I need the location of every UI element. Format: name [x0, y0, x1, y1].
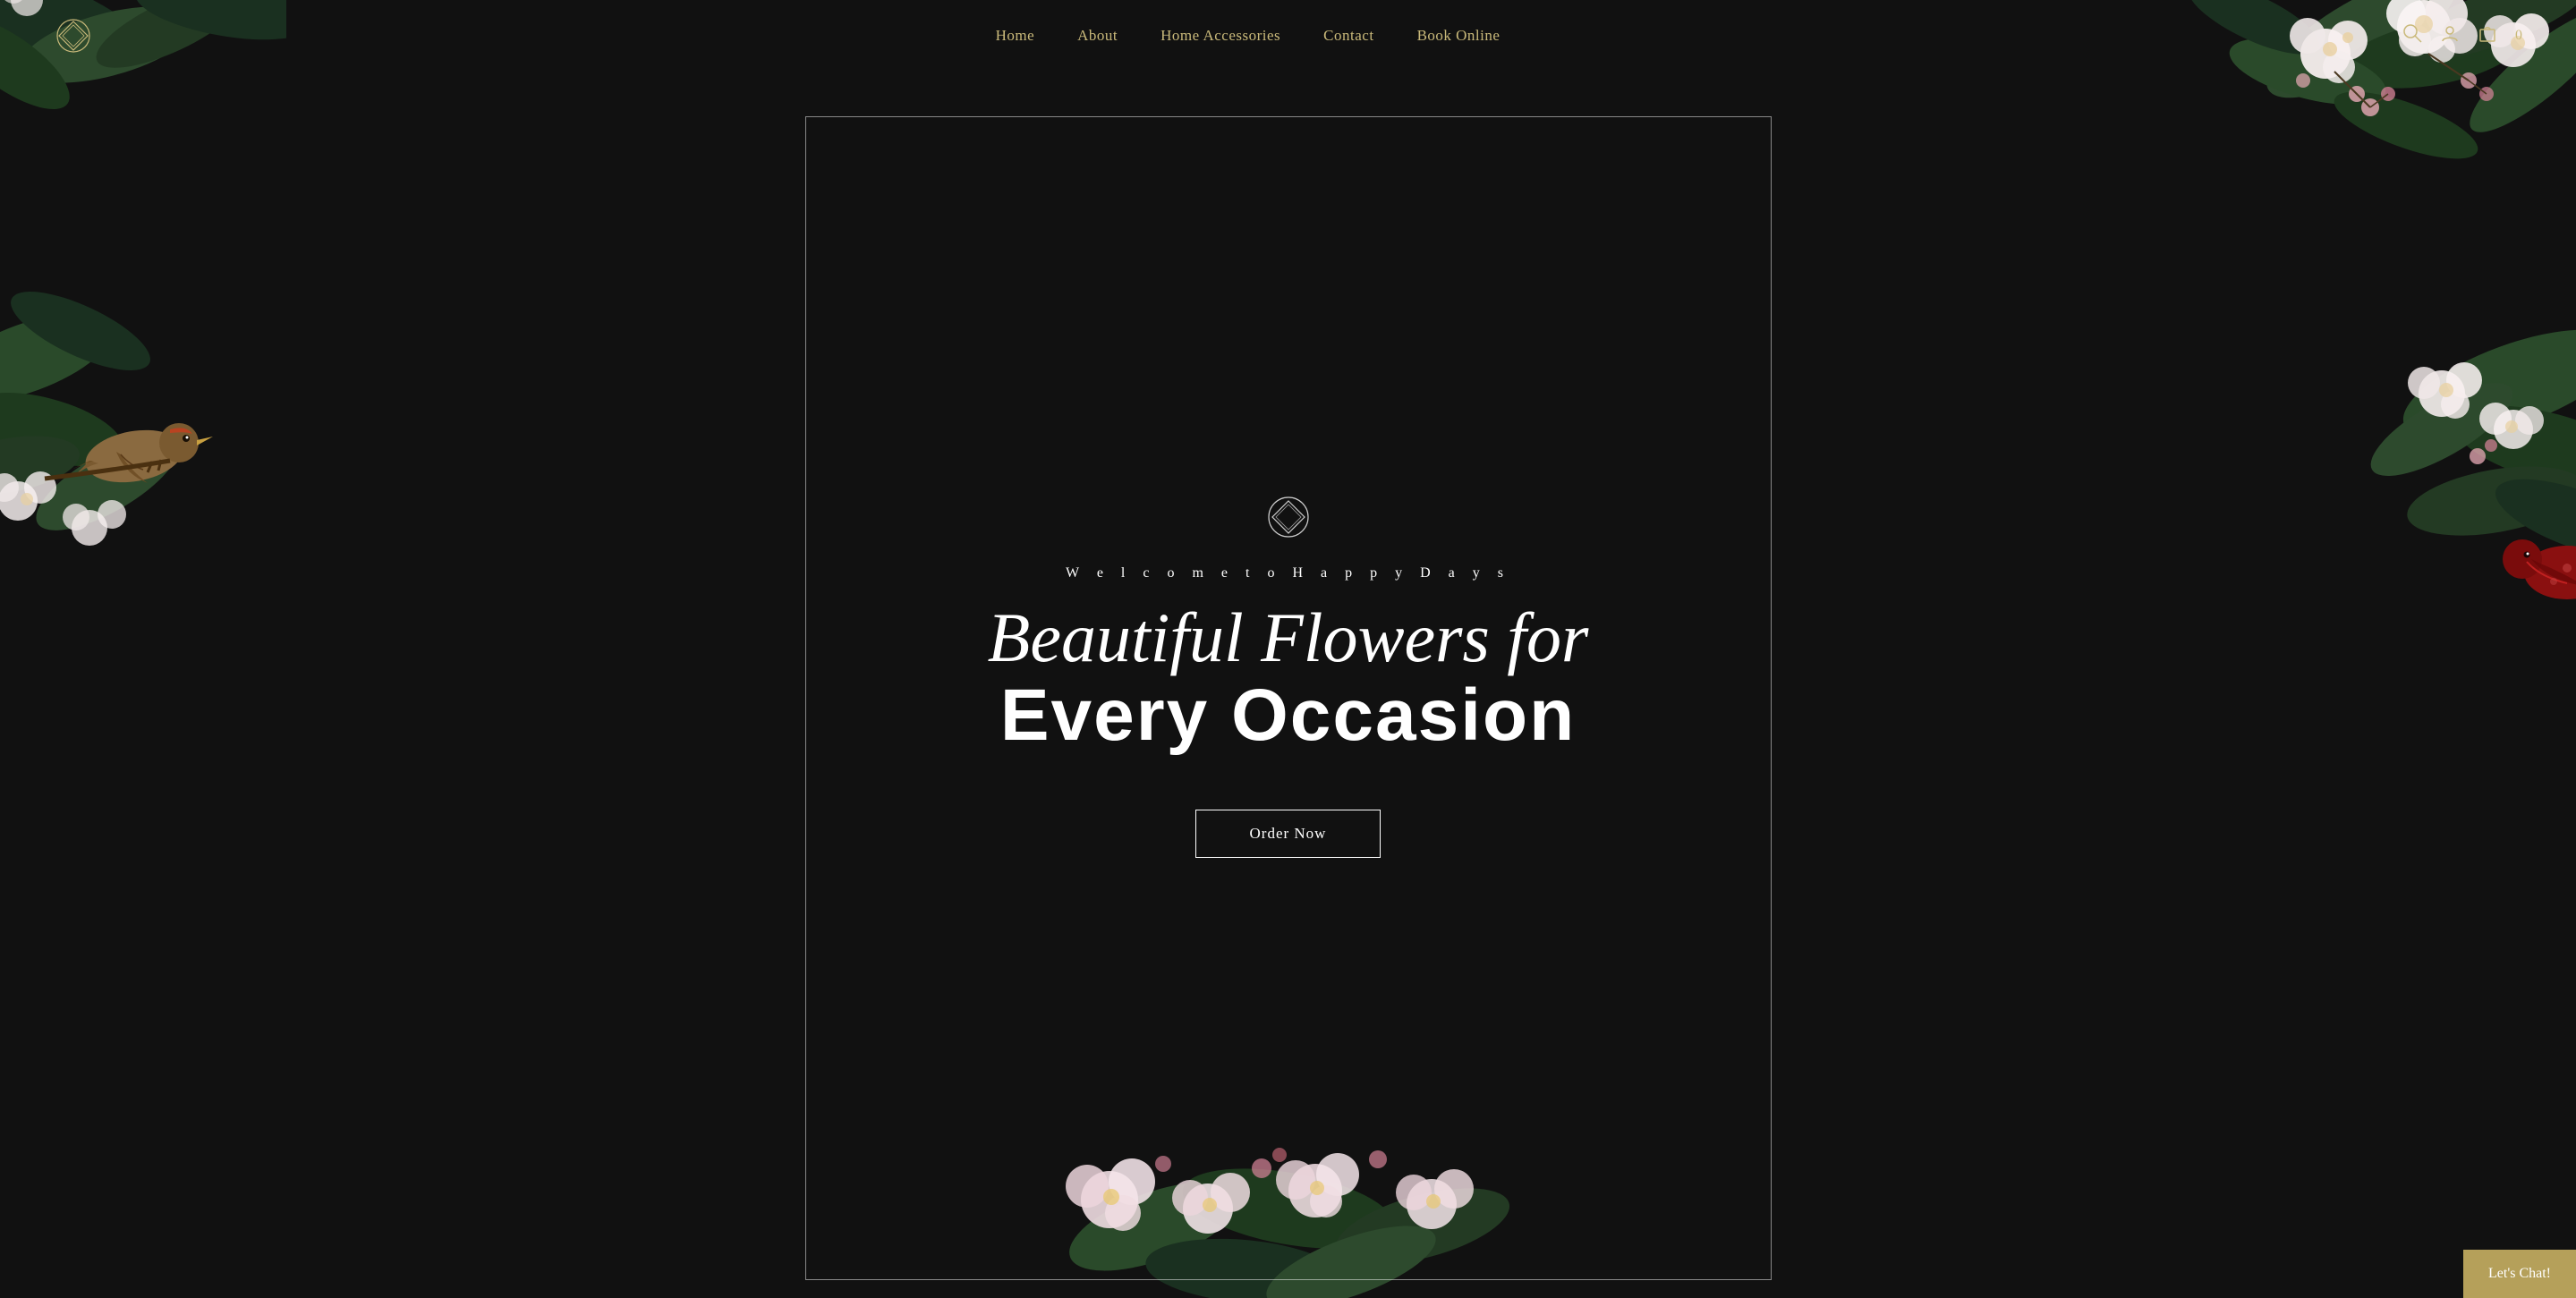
search-icon[interactable]: [2402, 23, 2422, 48]
hero-section: W e l c o m e t o H a p p y D a y s Beau…: [0, 0, 2576, 1298]
nav-links: Home About Home Accessories Contact Book…: [996, 27, 1501, 45]
hero-title: Beautiful Flowers for Every Occasion: [988, 599, 1589, 757]
nav-link-about[interactable]: About: [1077, 27, 1118, 44]
user-icon[interactable]: [2440, 23, 2460, 48]
nav-item-home[interactable]: Home: [996, 27, 1035, 45]
hero-title-line2: Every Occasion: [1000, 674, 1576, 756]
hero-welcome-text: W e l c o m e t o H a p p y D a y s: [1066, 565, 1510, 581]
nav-item-about[interactable]: About: [1077, 27, 1118, 45]
logo-diamond-icon: [54, 16, 93, 55]
hero-content: W e l c o m e t o H a p p y D a y s Beau…: [988, 440, 1589, 859]
nav-link-home-accessories[interactable]: Home Accessories: [1160, 27, 1280, 44]
botanical-bottom-center: [975, 1003, 1602, 1298]
nav-item-home-accessories[interactable]: Home Accessories: [1160, 27, 1280, 45]
cart-count: 0: [2515, 28, 2522, 44]
nav-item-contact[interactable]: Contact: [1323, 27, 1373, 45]
botanical-left-mid: [0, 179, 259, 581]
logo[interactable]: [54, 16, 93, 55]
live-chat-button[interactable]: Let's Chat!: [2463, 1250, 2576, 1298]
botanical-right-mid: [2263, 250, 2576, 626]
cart-icon[interactable]: [2478, 23, 2497, 48]
nav-link-book-online[interactable]: Book Online: [1417, 27, 1501, 44]
navigation: Home About Home Accessories Contact Book…: [0, 0, 2576, 72]
hero-title-line1: Beautiful Flowers for: [988, 598, 1589, 676]
nav-item-book-online[interactable]: Book Online: [1417, 27, 1501, 45]
hero-diamond-icon: [1265, 494, 1312, 540]
nav-right: 0: [2402, 23, 2522, 48]
nav-link-home[interactable]: Home: [996, 27, 1035, 44]
order-now-button[interactable]: Order Now: [1195, 810, 1382, 858]
nav-link-contact[interactable]: Contact: [1323, 27, 1373, 44]
